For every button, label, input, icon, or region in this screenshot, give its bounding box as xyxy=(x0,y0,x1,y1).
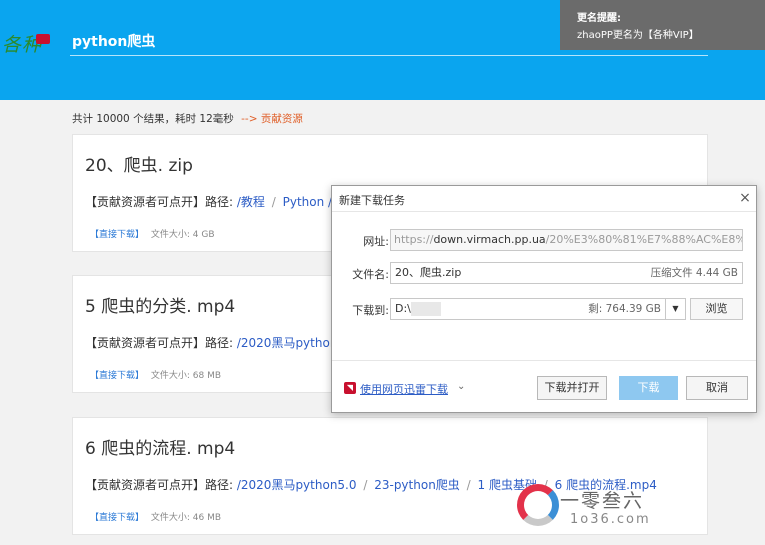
download-and-open-button[interactable]: 下载并打开 xyxy=(537,376,607,400)
path-link[interactable]: /教程 xyxy=(237,195,265,209)
result-path: 【贡献资源者可点开】路径: /2020黑马python xyxy=(85,334,337,351)
path-link[interactable]: 23-python爬虫 xyxy=(374,478,460,492)
expand-chevron-icon[interactable]: ⌄ xyxy=(457,381,465,392)
filename-label: 文件名: xyxy=(352,268,389,281)
result-title[interactable]: 5 爬虫的分类. mp4 xyxy=(85,292,235,317)
url-label: 网址: xyxy=(363,235,389,248)
path-separator: / xyxy=(363,478,368,492)
path-link[interactable]: /2020黑马python xyxy=(237,336,338,350)
file-size: 文件大小: 46 MB xyxy=(150,513,222,523)
rename-notification: 更名提醒: zhaoPP更名为【各种VIP】 xyxy=(560,0,765,50)
new-download-dialog: 新建下载任务 × 网址: https://down.virmach.pp.ua/… xyxy=(331,185,757,413)
url-rest: /20%E3%80%81%E7%88%AC%E8% xyxy=(545,233,743,246)
dialog-title: 新建下载任务 xyxy=(339,194,405,207)
dialog-header: 新建下载任务 × xyxy=(332,186,756,212)
watermark: 一零叁六 1o36.com xyxy=(512,482,662,542)
result-title[interactable]: 20、爬虫. zip xyxy=(85,151,193,176)
file-size: 文件大小: 4 GB xyxy=(150,230,215,240)
path-separator: / xyxy=(466,478,471,492)
direct-download-link[interactable]: 【直接下载】 xyxy=(90,371,144,381)
saveto-label: 下载到: xyxy=(352,304,389,317)
close-icon[interactable]: × xyxy=(736,189,754,207)
logo-seal-icon xyxy=(36,34,50,44)
free-space: 剩: 764.39 GB xyxy=(588,303,661,315)
url-host: down.virmach.pp.ua xyxy=(433,233,546,246)
result-meta: 【直接下载】 文件大小: 68 MB xyxy=(90,368,221,381)
watermark-text: 一零叁六 xyxy=(560,490,645,512)
watermark-domain: 1o36.com xyxy=(570,512,651,527)
chevron-down-icon[interactable]: ▼ xyxy=(665,299,685,319)
browse-button[interactable]: 浏览 xyxy=(690,298,743,320)
result-meta: 【直接下载】 文件大小: 4 GB xyxy=(90,227,215,240)
contribute-link[interactable]: --> 贡献资源 xyxy=(241,113,303,125)
filename-value: 20、爬虫.zip xyxy=(395,266,462,279)
path-prefix: 【贡献资源者可点开】路径: xyxy=(85,336,237,350)
url-prefix: https:// xyxy=(394,233,434,246)
search-value: python爬虫 xyxy=(72,34,156,50)
summary-text: 共计 10000 个结果，耗时 12毫秒 xyxy=(72,113,234,125)
file-size: 文件大小: 68 MB xyxy=(150,371,222,381)
download-button[interactable]: 下载 xyxy=(619,376,678,400)
path-separator: / xyxy=(271,195,276,209)
path-link[interactable]: /2020黑马python5.0 xyxy=(237,478,357,492)
direct-download-link[interactable]: 【直接下载】 xyxy=(90,513,144,523)
path-link[interactable]: Python xyxy=(283,195,325,209)
path-prefix: 【贡献资源者可点开】路径: xyxy=(85,478,237,492)
cancel-button[interactable]: 取消 xyxy=(686,376,748,400)
results-summary: 共计 10000 个结果，耗时 12毫秒 --> 贡献资源 xyxy=(72,111,303,126)
save-path-value: D:\ xyxy=(395,302,411,315)
blurred-path xyxy=(411,302,441,316)
path-prefix: 【贡献资源者可点开】路径: xyxy=(85,195,237,209)
url-field[interactable]: https://down.virmach.pp.ua/20%E3%80%81%E… xyxy=(390,229,743,251)
save-path-input[interactable]: D:\ 剩: 764.39 GB ▼ xyxy=(390,298,686,320)
result-title[interactable]: 6 爬虫的流程. mp4 xyxy=(85,434,235,459)
filename-input[interactable]: 20、爬虫.zip 压缩文件 4.44 GB xyxy=(390,262,743,284)
xunlei-icon: ◥ xyxy=(344,382,356,394)
site-logo[interactable]: 各种 xyxy=(0,28,56,58)
xunlei-link[interactable]: 使用网页迅雷下载 xyxy=(360,381,448,397)
notification-title: 更名提醒: xyxy=(577,13,621,24)
notification-body: zhaoPP更名为【各种VIP】 xyxy=(577,30,699,41)
result-path: 【贡献资源者可点开】路径: /教程 / Python / xyxy=(85,193,332,210)
result-meta: 【直接下载】 文件大小: 46 MB xyxy=(90,510,221,523)
direct-download-link[interactable]: 【直接下载】 xyxy=(90,230,144,240)
watermark-logo-icon xyxy=(517,484,559,526)
dialog-divider xyxy=(332,360,756,361)
file-info: 压缩文件 4.44 GB xyxy=(650,267,738,279)
